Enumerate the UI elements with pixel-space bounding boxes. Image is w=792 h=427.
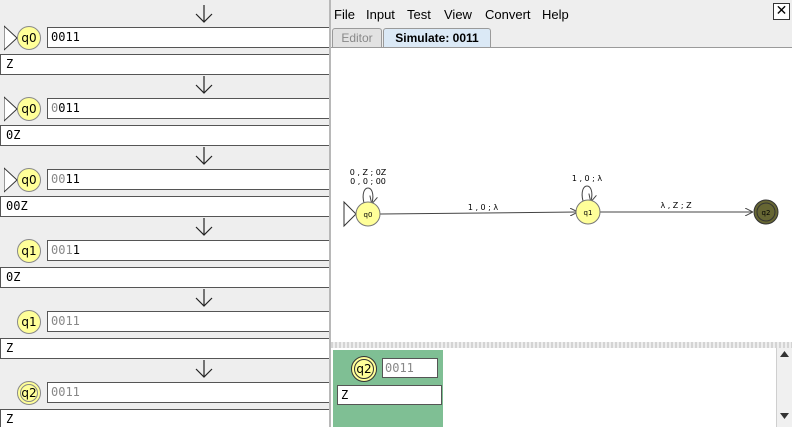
tab-editor[interactable]: Editor (332, 28, 382, 47)
initial-state-icon (4, 25, 18, 51)
trace-step[interactable]: q0 0011 (0, 25, 330, 51)
close-button[interactable]: ✕ (773, 3, 790, 20)
trace-stack: 00Z (0, 196, 330, 217)
trace-tape: 0011 (47, 98, 330, 119)
trace-state: q1 (17, 310, 41, 334)
down-arrow-icon (195, 289, 213, 307)
menu-view[interactable]: View (444, 7, 472, 22)
trace-tape: 0011 (47, 169, 330, 190)
trace-step[interactable]: q0 0011 (0, 96, 330, 122)
state-q1[interactable]: q1 (575, 199, 601, 225)
state-label-q1: q1 (584, 209, 593, 217)
menu-input[interactable]: Input (366, 7, 395, 22)
menu-file[interactable]: File (334, 7, 355, 22)
state-label-q2: q2 (762, 209, 771, 217)
loop-label-q0-1: 0 , Z ; 0Z (350, 168, 387, 177)
automaton-canvas[interactable]: 1 , 0 ; λ λ , Z ; Z 0 , Z ; 0Z 0 , 0 ; 0… (331, 47, 792, 342)
initial-state-icon (4, 167, 18, 193)
trace-stack: Z (0, 54, 330, 75)
tab-simulate[interactable]: Simulate: 0011 (383, 28, 491, 47)
transition-label-q1-q2: λ , Z ; Z (660, 201, 692, 210)
trace-state: q1 (17, 239, 41, 263)
tape-unread-text: 1 (72, 243, 80, 257)
down-arrow-icon (195, 5, 213, 23)
loop-q1 (581, 185, 592, 201)
trace-step[interactable]: q1 0011 (0, 238, 330, 264)
loop-q0 (362, 187, 373, 203)
trace-step[interactable]: q2 0011 (0, 380, 330, 406)
vertical-scrollbar[interactable] (776, 348, 792, 427)
configuration-state: q2 (351, 356, 377, 382)
menu-help[interactable]: Help (542, 7, 569, 22)
initial-state-icon (4, 96, 18, 122)
menu-test[interactable]: Test (407, 7, 431, 22)
trace-panel: q0 0011 Zq0 0011 0Z q0 0011 00Z q1 0011 0Z q1 0011 Zq… (0, 0, 330, 427)
loop-label-q1: 1 , 0 ; λ (572, 174, 603, 183)
tape-unread-text: 11 (65, 172, 80, 186)
state-q2[interactable]: q2 (753, 199, 779, 225)
tape-read-text: 0011 (51, 385, 80, 399)
down-arrow-icon (195, 76, 213, 94)
menu-convert[interactable]: Convert (485, 7, 531, 22)
menu-bar: File Input Test View Convert Help (331, 0, 792, 27)
close-icon: ✕ (775, 3, 788, 19)
trace-tape: 0011 (47, 240, 330, 261)
loop-label-q0-2: 0 , 0 ; 00 (350, 177, 386, 186)
trace-tape: 0011 (47, 311, 330, 332)
down-arrow-icon (195, 360, 213, 378)
tape-read-text: 001 (51, 243, 73, 257)
trace-state: q0 (17, 97, 41, 121)
trace-stack: 0Z (0, 267, 330, 288)
trace-tape: 0011 (47, 382, 330, 403)
tape-unread-text: 0011 (51, 30, 80, 44)
transition-q0-q1 (379, 212, 577, 214)
scroll-down-icon[interactable] (780, 413, 789, 419)
transition-label-q0-q1: 1 , 0 ; λ (468, 203, 499, 212)
trace-stack: 0Z (0, 125, 330, 146)
trace-stack: Z (0, 409, 330, 427)
automaton-diagram: 1 , 0 ; λ λ , Z ; Z 0 , Z ; 0Z 0 , 0 ; 0… (343, 168, 779, 228)
configuration-stack: Z (337, 385, 442, 405)
trace-state: q2 (17, 381, 41, 405)
initial-state-icon (343, 200, 357, 228)
tape-read-text: 0011 (51, 314, 80, 328)
trace-state: q0 (17, 168, 41, 192)
configuration-tape: 0011 (382, 358, 438, 378)
scroll-up-icon[interactable] (780, 351, 789, 357)
trace-step[interactable]: q0 0011 (0, 167, 330, 193)
down-arrow-icon (195, 147, 213, 165)
trace-step[interactable]: q1 0011 (0, 309, 330, 335)
trace-tape: 0011 (47, 27, 330, 48)
tape-read-text: 00 (51, 172, 66, 186)
tape-unread-text: 011 (58, 101, 80, 115)
state-q0[interactable]: q0 (355, 201, 381, 227)
down-arrow-icon (195, 218, 213, 236)
state-label-q0: q0 (364, 211, 373, 219)
trace-stack: Z (0, 338, 330, 359)
trace-state: q0 (17, 26, 41, 50)
